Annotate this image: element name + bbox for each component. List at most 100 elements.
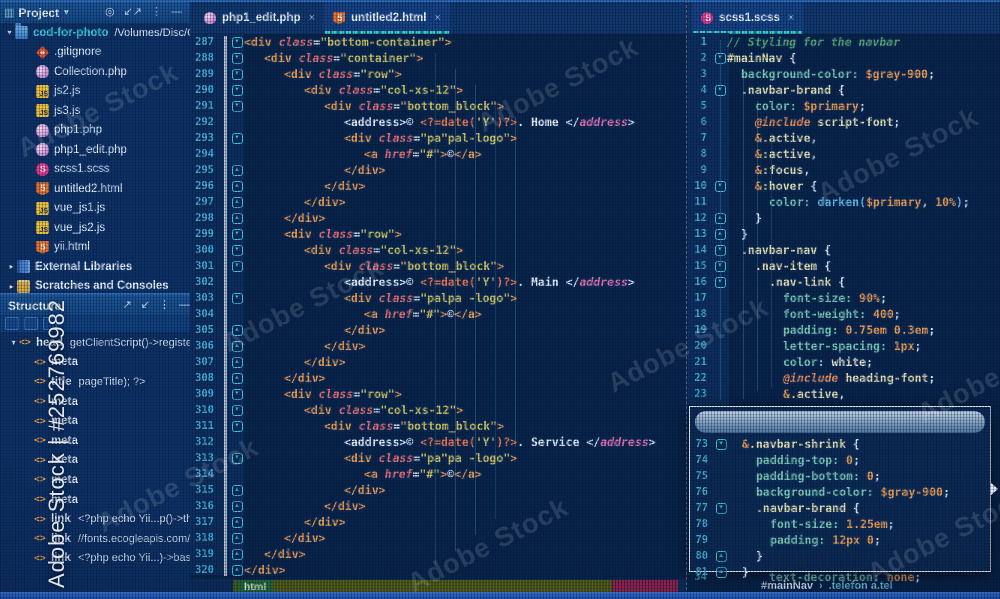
structure-item-row[interactable]: ▾<> head getClientScript()->registerCoreSc…	[0, 333, 190, 353]
code-line[interactable]: 23 &.active,	[687, 386, 1000, 402]
code-line[interactable]: 318 ▴ </div>	[190, 530, 686, 546]
hide-panel-icon[interactable]: —	[179, 300, 190, 311]
code-line[interactable]: 2 ▾ #mainNav {	[687, 50, 1000, 66]
line-number[interactable]: 81	[690, 566, 714, 578]
unfold-icon[interactable]: ▴	[231, 548, 243, 560]
line-number[interactable]: 310	[190, 404, 220, 416]
project-file-row[interactable]: yii.html	[0, 238, 190, 258]
structure-item-row[interactable]: <> meta	[0, 451, 190, 471]
line-number[interactable]: 74	[690, 454, 714, 466]
fold-icon[interactable]: ▾	[231, 404, 243, 416]
fold-icon[interactable]: ▾	[231, 452, 243, 464]
code-line[interactable]: 310 ▾ <div class="col-xs-12">	[190, 402, 686, 418]
line-number[interactable]: 13	[687, 228, 713, 240]
unfold-icon[interactable]: ▴	[231, 484, 243, 496]
code-line[interactable]: 5 color: $primary;	[687, 98, 1000, 114]
chevron-right-icon[interactable]: ▸	[6, 262, 17, 271]
line-number[interactable]: 3	[687, 68, 713, 80]
line-number[interactable]: 7	[687, 132, 713, 144]
line-number[interactable]: 288	[190, 52, 220, 64]
line-number[interactable]: 306	[190, 340, 220, 352]
line-number[interactable]: 73	[690, 438, 714, 450]
line-number[interactable]: 12	[687, 212, 713, 224]
code-line[interactable]: 316 ▴ </div>	[190, 498, 686, 514]
code-line[interactable]: 305 ▴ </div>	[190, 322, 686, 338]
line-number[interactable]: 294	[190, 148, 220, 160]
tab-close-icon[interactable]: ×	[434, 12, 440, 24]
project-dropdown-caret-icon[interactable]: ▾	[64, 7, 69, 18]
line-number[interactable]: 8	[687, 148, 713, 160]
kebab-menu-icon[interactable]: ⋮	[151, 7, 162, 18]
project-file-row[interactable]: scss1.scss	[0, 160, 190, 180]
code-line[interactable]: 294 <a href="#">©</a>	[190, 146, 686, 162]
line-number[interactable]: 315	[190, 484, 220, 496]
code-line[interactable]: 287 ▾ <div class="bottom-container">	[190, 34, 686, 50]
structure-item-row[interactable]: <> meta	[0, 431, 190, 451]
code-line[interactable]: 315 ▴ </div>	[190, 482, 686, 498]
chevron-down-icon[interactable]: ▾	[8, 338, 19, 347]
line-number[interactable]: 305	[190, 324, 220, 336]
structure-item-row[interactable]: <> meta	[0, 392, 190, 412]
target-icon[interactable]: ◎	[105, 7, 115, 18]
unfold-icon[interactable]: ▴	[715, 550, 727, 562]
code-line[interactable]: 8 &:active,	[687, 146, 1000, 162]
line-number[interactable]: 80	[690, 550, 714, 562]
project-panel-header[interactable]: ▥ Project ▾ ◎ ↙↗ ⋮ —	[0, 0, 190, 24]
code-line[interactable]: 12 ▴}	[687, 210, 1000, 226]
tab-scss1.scss[interactable]: scss1.scss ×	[692, 2, 804, 34]
line-number[interactable]: 1	[687, 36, 713, 48]
code-line[interactable]: 299 ▾ <div class="row">	[190, 226, 686, 242]
line-number[interactable]: 309	[190, 388, 220, 400]
fold-icon[interactable]: ▾	[231, 260, 243, 272]
unfold-icon[interactable]: ▴	[231, 324, 243, 336]
unfold-icon[interactable]: ▴	[231, 180, 243, 192]
code-line[interactable]: 308 ▴ </div>	[190, 370, 686, 386]
unfold-icon[interactable]: ▴	[714, 228, 726, 240]
fold-icon[interactable]: ▾	[714, 276, 726, 288]
chevron-down-icon[interactable]: ▾	[4, 28, 15, 37]
code-preview-popup[interactable]: 73 ▾ &.navbar-shrink {74 padding-top: 0; 75 p…	[689, 406, 998, 579]
line-number[interactable]: 18	[687, 308, 713, 320]
fold-icon[interactable]: ▾	[231, 100, 243, 112]
chevron-right-icon[interactable]: ▸	[6, 282, 17, 291]
line-number[interactable]: 2	[687, 52, 713, 64]
project-file-row[interactable]: vue_js1.js	[0, 199, 190, 219]
fold-icon[interactable]: ▾	[714, 180, 726, 192]
fold-icon[interactable]: ▾	[714, 244, 726, 256]
fold-icon[interactable]: ▾	[714, 84, 726, 96]
structure-item-row[interactable]: <> meta	[0, 411, 190, 431]
line-number[interactable]: 10	[687, 180, 713, 192]
tab-untitled2.html[interactable]: untitled2.html ×	[324, 2, 450, 34]
line-number[interactable]: 16	[687, 276, 713, 288]
line-number[interactable]: 314	[190, 468, 220, 480]
code-line[interactable]: 290 ▾ <div class="col-xs-12">	[190, 82, 686, 98]
line-number[interactable]: 21	[687, 356, 713, 368]
code-line[interactable]: 76 background-color: $gray-900;	[690, 484, 990, 500]
project-file-row[interactable]: php1_edit.php	[0, 140, 190, 160]
code-line[interactable]: 317 ▴ </div>	[190, 514, 686, 530]
unfold-icon[interactable]: ▴	[231, 564, 243, 576]
structure-toolbar-button[interactable]	[43, 317, 57, 330]
line-number[interactable]: 319	[190, 548, 220, 560]
unfold-icon[interactable]: ▴	[231, 516, 243, 528]
code-line[interactable]: 4 ▾ .navbar-brand {	[687, 82, 1000, 98]
code-line[interactable]: 20 letter-spacing: 1px;	[687, 338, 1000, 354]
breadcrumb-segment[interactable]: ›	[819, 580, 823, 592]
line-number[interactable]: 304	[190, 308, 220, 320]
line-number[interactable]: 5	[687, 100, 713, 112]
structure-item-row[interactable]: <> meta	[0, 353, 190, 373]
code-line[interactable]: 298 ▴ </div>	[190, 210, 686, 226]
code-line[interactable]: 295 ▴ </div>	[190, 162, 686, 178]
unfold-icon[interactable]: ▴	[231, 500, 243, 512]
line-number[interactable]: 318	[190, 532, 220, 544]
code-line[interactable]: 15 ▾ .nav-item {	[687, 258, 1000, 274]
kebab-menu-icon[interactable]: ⋮	[159, 300, 170, 311]
fold-icon[interactable]: ▾	[231, 36, 243, 48]
unfold-icon[interactable]: ▴	[231, 532, 243, 544]
fold-icon[interactable]: ▾	[231, 68, 243, 80]
line-number[interactable]: 320	[190, 564, 220, 576]
fold-icon[interactable]: ▾	[231, 52, 243, 64]
tab-close-icon[interactable]: ×	[309, 12, 315, 24]
project-root-row[interactable]: ▾ cod-for-photo/Volumes/Disc/Code/cod	[0, 23, 190, 43]
line-number[interactable]: 78	[690, 518, 714, 530]
